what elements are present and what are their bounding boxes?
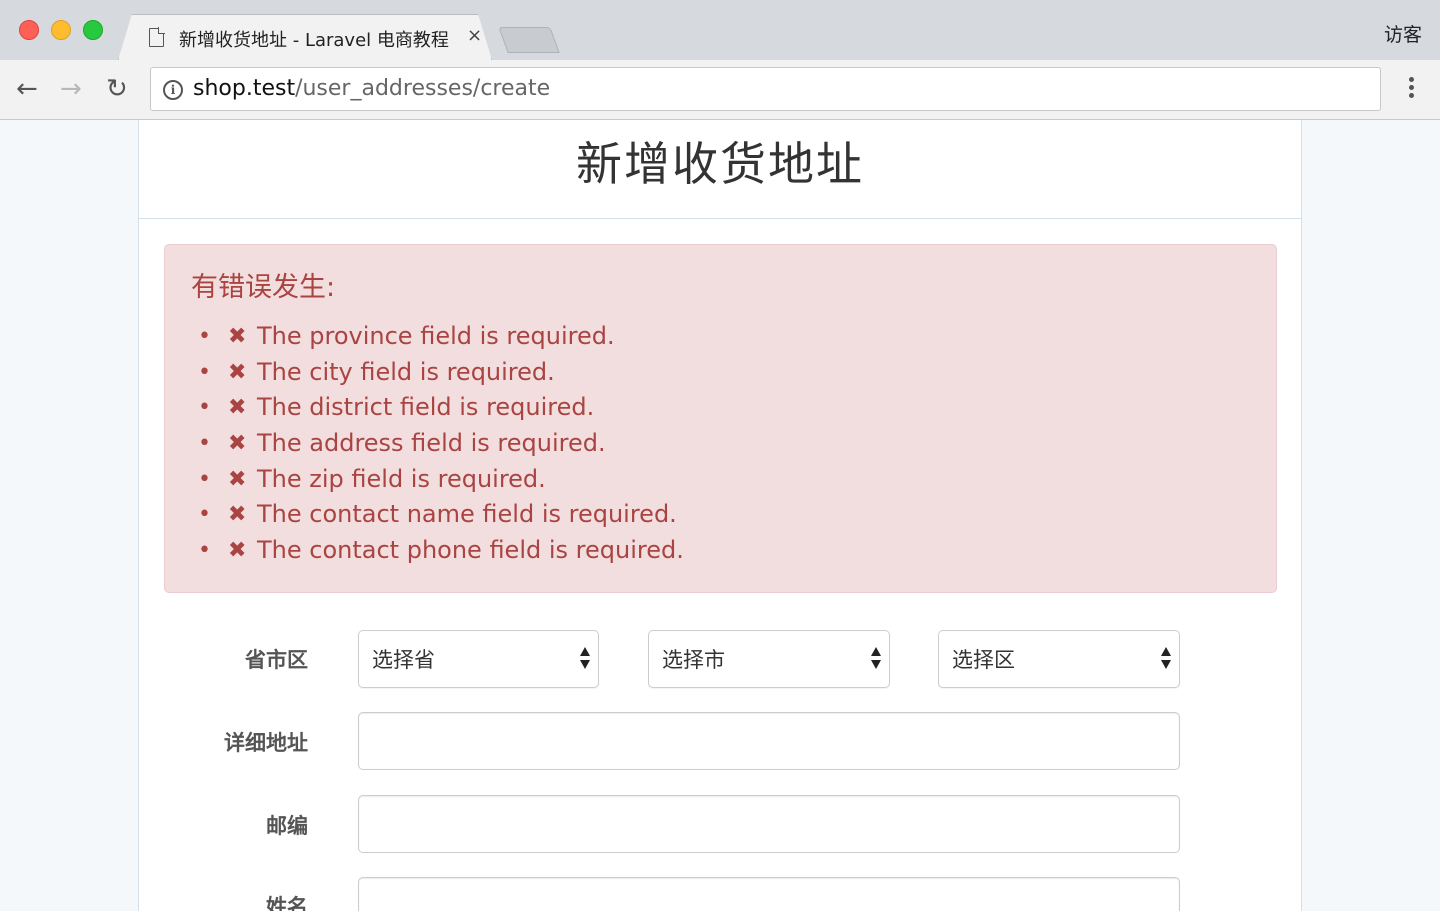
province-select[interactable]: 选择省 — [358, 630, 599, 688]
error-x-icon: ✖ — [228, 466, 247, 492]
page-viewport: 新增收货地址 有错误发生: ✖ The province field is req… — [0, 120, 1440, 911]
url-text[interactable]: shop.test/user_addresses/create — [193, 76, 550, 101]
error-text: The district field is required. — [257, 393, 595, 422]
back-arrow-icon[interactable]: ← — [16, 75, 38, 103]
district-select-value: 选择区 — [952, 648, 1015, 672]
error-text: The contact name field is required. — [257, 500, 677, 529]
error-text: The address field is required. — [257, 429, 606, 458]
maximize-window-button[interactable] — [83, 20, 103, 40]
province-select-value: 选择省 — [372, 648, 435, 672]
address-bar[interactable]: i shop.test/user_addresses/create — [150, 67, 1381, 111]
zip-label: 邮编 — [266, 814, 308, 838]
error-item: ✖ The province field is required. — [198, 319, 684, 355]
error-item: ✖ The district field is required. — [198, 390, 684, 426]
error-text: The city field is required. — [257, 357, 555, 386]
contact-name-label: 姓名 — [266, 895, 308, 911]
error-text: The contact phone field is required. — [257, 536, 684, 565]
reload-icon[interactable]: ↻ — [106, 75, 128, 103]
page-title: 新增收货地址 — [576, 137, 864, 191]
error-item: ✖ The contact name field is required. — [198, 497, 684, 533]
error-text: The province field is required. — [257, 322, 615, 350]
address-label: 详细地址 — [224, 731, 308, 755]
district-select[interactable]: 选择区 — [938, 630, 1180, 688]
error-item: ✖ The address field is required. — [198, 426, 684, 462]
tab-title: 新增收货地址 - Laravel 电商教程 — [179, 30, 449, 51]
minimize-window-button[interactable] — [51, 20, 71, 40]
browser-menu-icon[interactable] — [1400, 75, 1422, 103]
error-list: ✖ The province field is required. ✖ The ci… — [198, 319, 684, 569]
url-path: /user_addresses/create — [295, 76, 551, 101]
alert-title: 有错误发生: — [191, 272, 336, 303]
browser-titlebar: 新增收货地址 - Laravel 电商教程 × 访客 — [0, 0, 1440, 60]
profile-button[interactable]: 访客 — [1384, 20, 1422, 47]
error-x-icon: ✖ — [228, 431, 247, 457]
error-x-icon: ✖ — [228, 538, 247, 564]
error-alert: 有错误发生: ✖ The province field is required. … — [164, 244, 1277, 593]
info-icon[interactable]: i — [163, 80, 183, 100]
error-x-icon: ✖ — [228, 395, 247, 421]
address-form-panel: 新增收货地址 有错误发生: ✖ The province field is req… — [138, 120, 1302, 911]
error-x-icon: ✖ — [228, 324, 247, 349]
error-item: ✖ The contact phone field is required. — [198, 533, 684, 569]
url-host: shop.test — [193, 76, 296, 101]
contact-name-input[interactable] — [358, 877, 1180, 911]
browser-tab-active[interactable]: 新增收货地址 - Laravel 电商教程 × — [118, 14, 492, 60]
panel-heading: 新增收货地址 — [139, 120, 1301, 219]
region-label: 省市区 — [245, 648, 308, 672]
select-arrows-icon — [1161, 647, 1171, 671]
browser-toolbar: ← → ↻ i shop.test/user_addresses/create — [0, 60, 1440, 120]
forward-arrow-icon[interactable]: → — [60, 75, 82, 103]
city-select[interactable]: 选择市 — [648, 630, 890, 688]
document-icon — [149, 28, 164, 47]
address-input[interactable] — [358, 712, 1180, 770]
tab-close-icon[interactable]: × — [467, 25, 482, 46]
error-item: ✖ The city field is required. — [198, 355, 684, 391]
error-x-icon: ✖ — [228, 359, 247, 385]
error-text: The zip field is required. — [257, 464, 546, 493]
city-select-value: 选择市 — [662, 648, 725, 672]
select-arrows-icon — [580, 647, 590, 671]
error-item: ✖ The zip field is required. — [198, 462, 684, 498]
new-tab-button[interactable] — [498, 27, 560, 53]
zip-input[interactable] — [358, 795, 1180, 853]
close-window-button[interactable] — [19, 20, 39, 40]
select-arrows-icon — [871, 647, 881, 671]
error-x-icon: ✖ — [228, 502, 247, 528]
